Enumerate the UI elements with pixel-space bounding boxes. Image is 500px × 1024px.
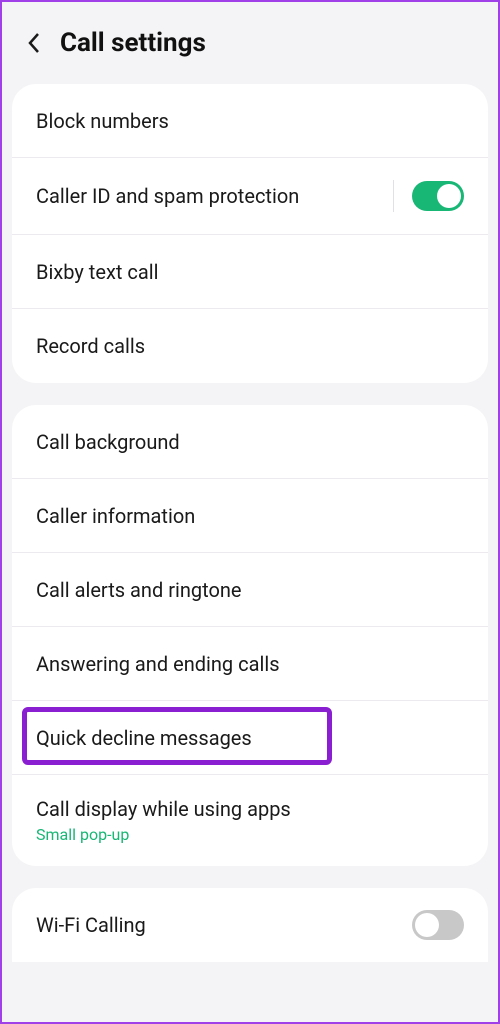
toggle-divider bbox=[393, 180, 394, 212]
row-label: Quick decline messages bbox=[36, 726, 252, 750]
row-block-numbers[interactable]: Block numbers bbox=[12, 84, 488, 158]
page-title: Call settings bbox=[60, 28, 206, 58]
row-sub: Small pop-up bbox=[36, 825, 291, 844]
toggle-wrap bbox=[412, 910, 464, 940]
settings-group-3: Wi-Fi Calling bbox=[12, 888, 488, 962]
row-call-background[interactable]: Call background bbox=[12, 405, 488, 479]
row-label: Call display while using apps bbox=[36, 797, 291, 821]
row-text: Call display while using apps Small pop-… bbox=[36, 797, 291, 844]
row-label: Call alerts and ringtone bbox=[36, 578, 242, 602]
row-label: Record calls bbox=[36, 334, 145, 358]
row-label: Answering and ending calls bbox=[36, 652, 280, 676]
row-answering-ending[interactable]: Answering and ending calls bbox=[12, 627, 488, 701]
settings-group-1: Block numbers Caller ID and spam protect… bbox=[12, 84, 488, 383]
row-caller-id-spam[interactable]: Caller ID and spam protection bbox=[12, 158, 488, 235]
row-label: Bixby text call bbox=[36, 260, 158, 284]
row-label: Call background bbox=[36, 430, 180, 454]
toggle-wrap bbox=[385, 180, 464, 212]
row-caller-information[interactable]: Caller information bbox=[12, 479, 488, 553]
row-bixby-text-call[interactable]: Bixby text call bbox=[12, 235, 488, 309]
row-quick-decline-messages[interactable]: Quick decline messages bbox=[12, 701, 488, 775]
row-label: Block numbers bbox=[36, 109, 169, 133]
wifi-calling-toggle[interactable] bbox=[412, 910, 464, 940]
header: Call settings bbox=[2, 2, 498, 76]
row-label: Caller information bbox=[36, 504, 195, 528]
row-call-display-apps[interactable]: Call display while using apps Small pop-… bbox=[12, 775, 488, 866]
row-call-alerts-ringtone[interactable]: Call alerts and ringtone bbox=[12, 553, 488, 627]
row-wifi-calling[interactable]: Wi-Fi Calling bbox=[12, 888, 488, 962]
settings-group-2: Call background Caller information Call … bbox=[12, 405, 488, 866]
caller-id-toggle[interactable] bbox=[412, 181, 464, 211]
row-label: Caller ID and spam protection bbox=[36, 184, 299, 208]
row-label: Wi-Fi Calling bbox=[36, 913, 146, 937]
back-icon[interactable] bbox=[22, 31, 46, 55]
row-record-calls[interactable]: Record calls bbox=[12, 309, 488, 383]
